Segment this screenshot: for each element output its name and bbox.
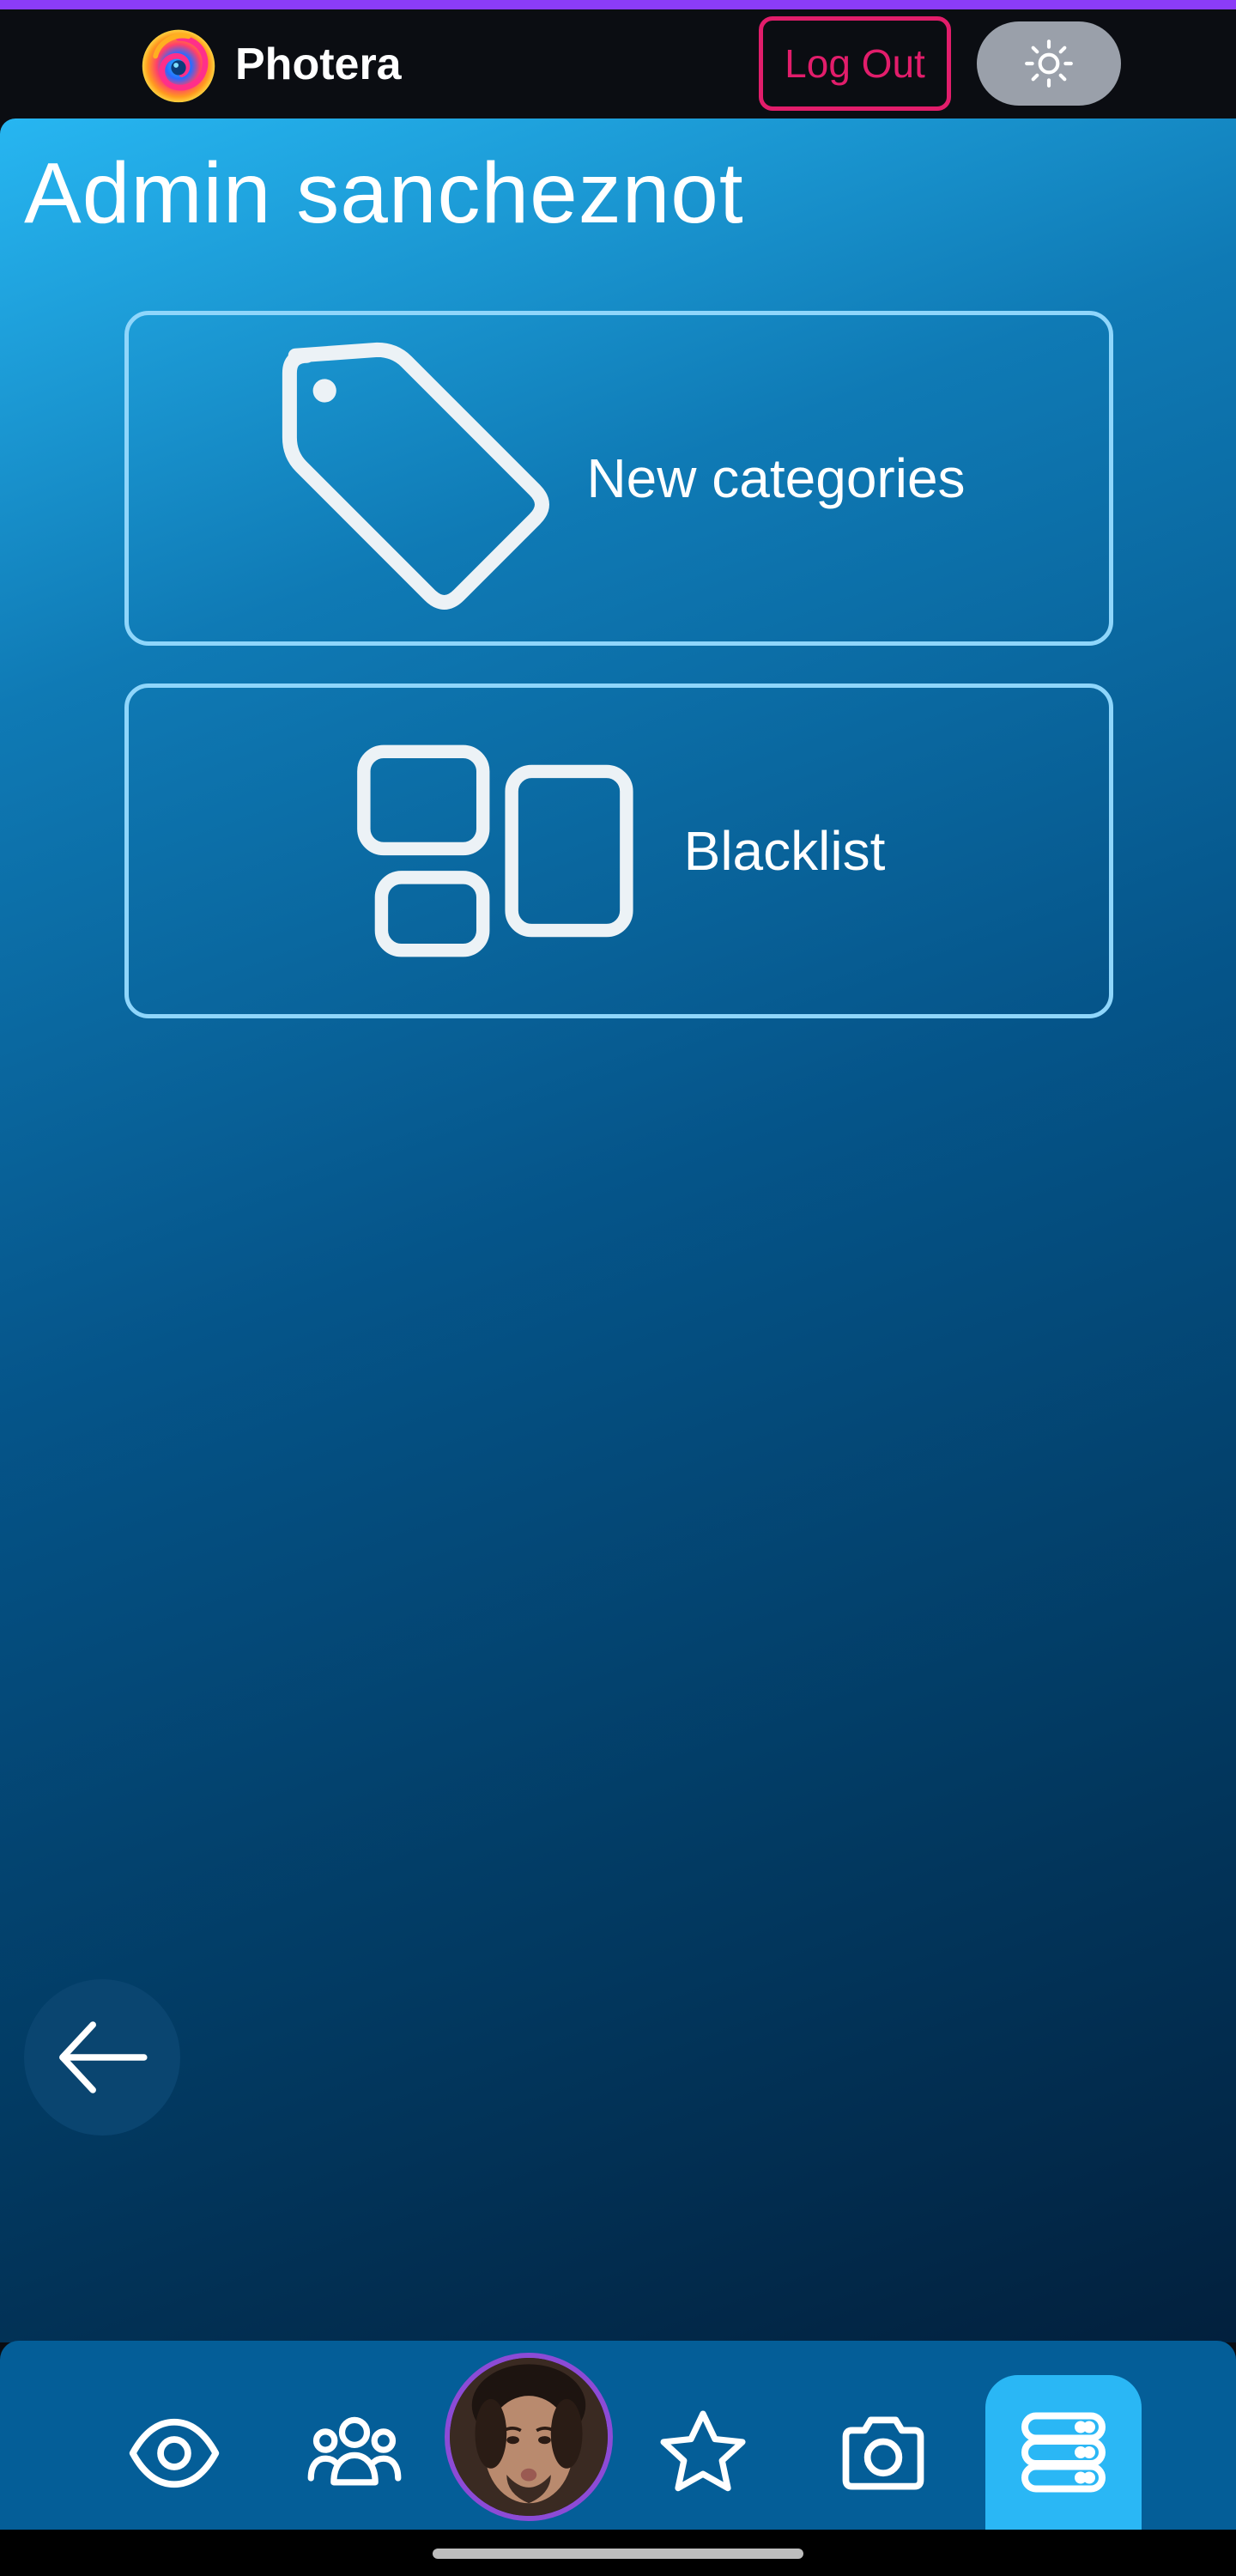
admin-panel: Admin sancheznot New categories Blacklis… [0,118,1236,2342]
sun-icon [1025,39,1073,88]
arrow-left-icon [59,2021,148,2093]
new-categories-card[interactable]: New categories [124,311,1113,646]
top-accent-strip [0,0,1236,9]
star-icon [660,2410,746,2492]
app-root: Photera Log Out Admin sancheznot New cat… [0,0,1236,2576]
camera-icon [842,2416,924,2490]
user-avatar[interactable] [445,2353,613,2521]
back-button[interactable] [24,1979,180,2136]
tag-icon [282,342,550,610]
blacklist-card[interactable]: Blacklist [124,683,1113,1018]
home-gesture-bar[interactable] [433,2549,803,2559]
user-avatar-image [450,2358,608,2516]
blacklist-label: Blacklist [683,820,886,882]
theme-toggle-button[interactable] [977,21,1121,106]
app-header: Photera Log Out [0,9,1236,118]
nav-favorites[interactable] [630,2380,776,2526]
system-gesture-area [0,2530,1236,2576]
nav-community[interactable] [282,2380,427,2526]
nav-admin-active[interactable] [985,2375,1142,2530]
eye-icon [129,2418,220,2488]
bottom-navigation [0,2341,1236,2530]
swirl-logo-icon [142,29,215,103]
new-categories-label: New categories [586,447,966,509]
logout-button[interactable]: Log Out [759,16,951,111]
dashboard-layout-icon [356,744,633,957]
nav-watch[interactable] [101,2380,247,2526]
page-title: Admin sancheznot [24,145,744,241]
nav-camera[interactable] [810,2380,956,2526]
brand-name: Photera [235,39,402,89]
database-icon [1021,2412,1106,2493]
brand[interactable]: Photera [137,21,402,107]
users-group-icon [307,2416,402,2486]
